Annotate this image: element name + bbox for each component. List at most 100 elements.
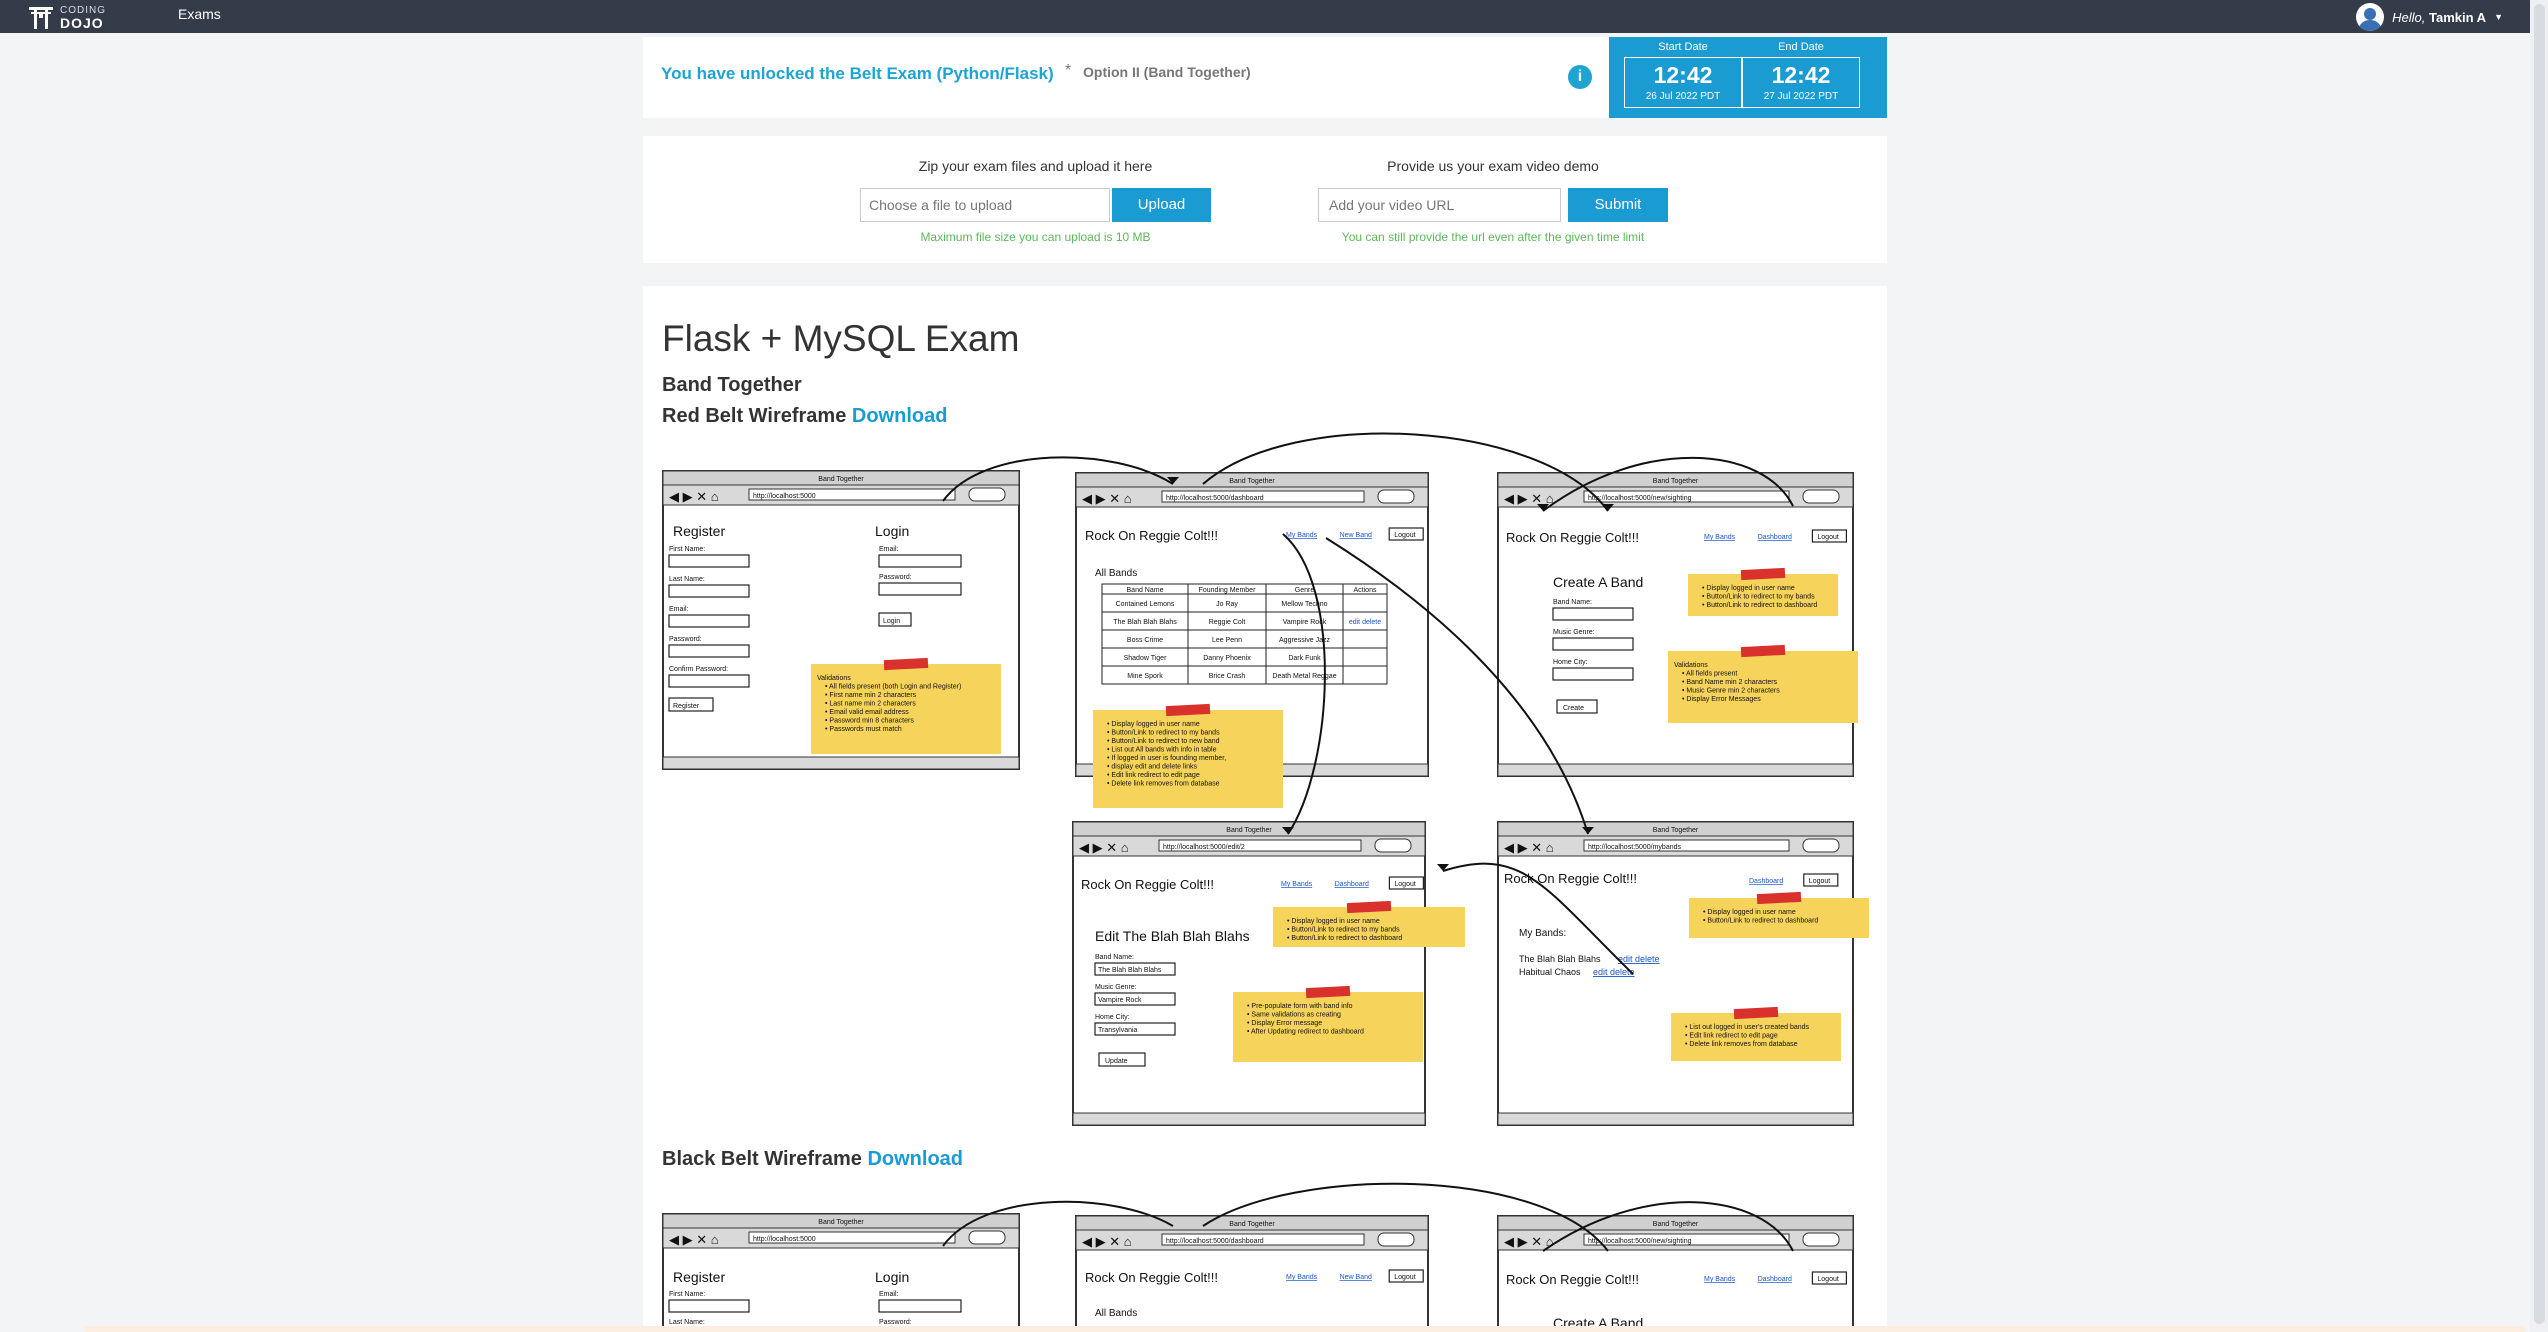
logout-label: Logout [1394,1274,1415,1281]
browser-nav-icons: ◀ ▶ ✕ ⌂ [1504,840,1554,855]
sticky-note-line: • Edit link redirect to edit page [1685,1033,1778,1040]
window-statusbar [1072,1112,1426,1126]
table-cell-text: Death Metal Reggae [1272,673,1336,680]
exam-content-card: Flask + MySQL Exam Band Together Red Bel… [643,286,1887,1332]
unlock-title: You have unlocked the Belt Exam (Python/… [661,64,1054,83]
bb-field-input [878,1299,962,1313]
torii-logo-icon [29,7,53,29]
sticky-note-line: • Display logged in user name [1287,918,1380,925]
sticky-note-line: • Display logged in user name [1107,721,1200,728]
bb-field-label: Password: [879,1319,912,1326]
window-statusbar [1497,763,1854,777]
bottom-bar [85,1326,2525,1332]
login-field-label: Password: [879,574,912,581]
bb-all-bands-heading: All Bands [1095,1308,1137,1319]
update-button-label: Update [1105,1058,1128,1065]
sticky-note-line: • List out All bands with info in table [1107,747,1217,754]
register-button-label: Register [673,703,700,710]
info-icon[interactable]: i [1568,65,1592,89]
video-url-hint: You can still provide the url even after… [1341,230,1645,244]
table-cell-text: edit delete [1349,619,1381,626]
wireframe-nav-link: Dashboard [1335,881,1369,888]
exam-header-card: You have unlocked the Belt Exam (Python/… [643,37,1887,118]
logo-text-bottom: DOJO [60,15,104,31]
wireframe-nav-link: New Band [1340,532,1372,539]
address-url: http://localhost:5000/dashboard [1166,1238,1264,1245]
table-cell-text: Lee Penn [1212,637,1242,644]
edit-band-heading: Edit The Blah Blah Blahs [1095,928,1250,944]
separator-star: * [1065,62,1072,79]
search-box [1802,1232,1840,1247]
window-title: Band Together [1229,478,1275,485]
wireframe-nav-link: My Bands [1704,534,1736,541]
video-url-input[interactable]: Add your video URL [1318,188,1561,222]
table-header-label: Genre [1295,587,1315,594]
sticky-note-line: • Pre-populate form with band info [1247,1003,1353,1010]
zip-upload-title: Zip your exam files and upload it here [918,158,1153,174]
address-url: http://localhost:5000/new/sighting [1588,1238,1692,1245]
table-cell [1342,593,1388,613]
end-date-block: End Date 12:42 27 Jul 2022 PDT [1742,41,1860,108]
app-header: Rock On Reggie Colt!!! [1081,877,1214,892]
address-url: http://localhost:5000/mybands [1588,844,1682,851]
browser-nav-icons: ◀ ▶ ✕ ⌂ [669,489,719,504]
bb-login-heading: Login [875,1269,909,1285]
bb-app-header: Rock On Reggie Colt!!! [1506,1272,1639,1287]
scrollbar-thumb[interactable] [2534,4,2545,1324]
sticky-note-line: • Display Error message [1247,1020,1322,1027]
upload-card: Zip your exam files and upload it here C… [643,136,1887,263]
create-band-window [1497,472,1854,777]
form-field-input [668,674,750,688]
submit-button[interactable]: Submit [1568,188,1668,222]
search-box [1802,838,1840,853]
sticky-note-line: • Display logged in user name [1703,909,1796,916]
coding-dojo-logo[interactable]: CODING DOJO [28,2,106,32]
table-cell-text: Reggie Colt [1209,619,1246,626]
sticky-note-line: • Button/Link to redirect to my bands [1287,927,1400,934]
my-bands-row: Habitual Chaos [1519,967,1581,977]
sticky-note-line: Validations [817,675,851,682]
browser-nav-icons: ◀ ▶ ✕ ⌂ [1504,1234,1554,1249]
upload-button[interactable]: Upload [1112,188,1211,222]
form-field-label: Home City: [1095,1014,1130,1021]
wireframe-nav-link: Dashboard [1758,534,1792,541]
logout-label: Logout [1809,878,1830,885]
table-cell-text: Boss Crime [1127,637,1163,644]
page-scrollbar[interactable] [2530,0,2548,1332]
sticky-note-line: • All fields present [1682,671,1737,678]
user-name: Tamkin A [2429,9,2487,25]
window-title: Band Together [1653,827,1699,834]
sticky-note-line: • All fields present (both Login and Reg… [825,684,961,691]
login-field-input [878,582,962,596]
bb-field-label: Email: [879,1291,899,1298]
login-field-label: Email: [879,546,899,553]
nav-exams-link[interactable]: Exams [178,6,221,22]
logout-label: Logout [1817,1276,1838,1283]
chevron-down-icon[interactable]: ▼ [2494,12,2503,22]
window-statusbar [662,756,1020,770]
file-size-hint: Maximum file size you can upload is 10 M… [920,230,1151,244]
avatar[interactable] [2356,3,2385,31]
form-field-label: Email: [669,606,689,613]
form-field-input [1552,667,1634,681]
window-title: Band Together [818,1219,864,1226]
hello-text: Hello, [2392,9,2426,25]
table-cell-text: Brice Crash [1209,673,1246,680]
form-field-value: The Blah Blah Blahs [1098,967,1162,974]
table-cell-text: Shadow Tiger [1124,655,1167,662]
browser-nav-icons: ◀ ▶ ✕ ⌂ [1079,840,1129,855]
window-title: Band Together [1229,1221,1275,1228]
address-url: http://localhost:5000/dashboard [1166,495,1264,502]
file-upload-input[interactable]: Choose a file to upload [860,188,1110,222]
window-title: Band Together [1226,827,1272,834]
form-field-input [1552,637,1634,651]
register-heading: Register [673,523,725,539]
form-field-value: Transylvania [1098,1027,1138,1034]
address-url: http://localhost:5000/new/sighting [1588,495,1692,502]
browser-nav-icons: ◀ ▶ ✕ ⌂ [1082,491,1132,506]
user-menu[interactable]: Hello, Tamkin A ▼ [2356,3,2503,31]
wireframe-nav-link: Dashboard [1758,1276,1792,1283]
search-box [968,487,1006,502]
wireframe-nav-link: My Bands [1286,1274,1318,1281]
browser-nav-icons: ◀ ▶ ✕ ⌂ [1504,491,1554,506]
